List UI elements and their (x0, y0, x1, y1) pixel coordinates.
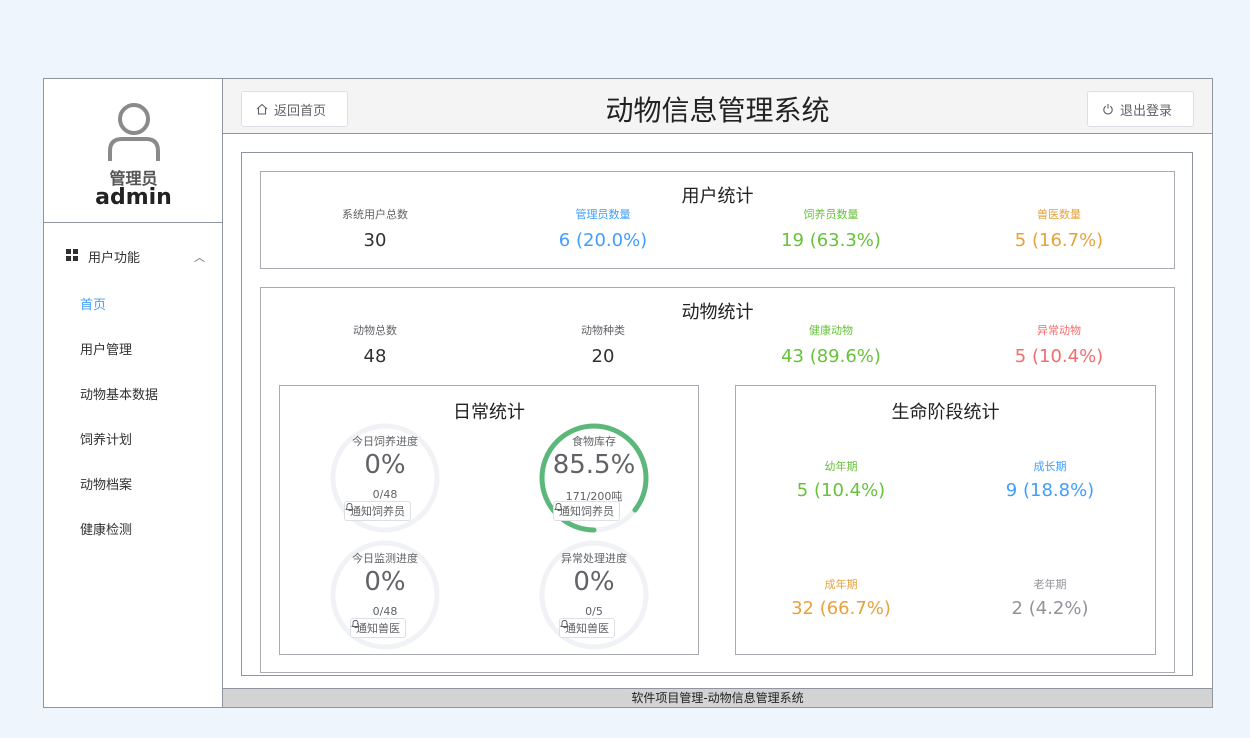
stat-vet-count: 兽医数量 5 (16.7%) (959, 206, 1159, 251)
stat-value: 6 (20.0%) (558, 230, 648, 251)
user-icon (108, 103, 160, 161)
stat-abnormal-animals: 异常动物 5 (10.4%) (959, 322, 1159, 367)
stat-label: 动物总数 (353, 324, 397, 337)
notify-keeper-button[interactable]: 通知饲养员 (344, 501, 411, 521)
chevron-up-icon: ︿ (194, 251, 205, 264)
user-profile: 管理员 admin (44, 79, 222, 223)
animal-stats-title: 动物统计 (681, 302, 754, 323)
username: admin (95, 185, 172, 210)
notify-vet-button[interactable]: 通知兽医 (350, 618, 406, 638)
sidebar-item-user-management[interactable]: 用户管理 (80, 339, 132, 358)
dashboard-content: 用户统计 系统用户总数 30 管理员数量 6 (20.0%) 饲养员数量 19 … (241, 152, 1193, 676)
life-stage-title: 生命阶段统计 (891, 402, 1000, 423)
app-frame: 管理员 admin 用户功能 ︿ 首页 用户管理 动物基本数据 饲养计划 动物档… (43, 78, 1213, 708)
power-icon (1103, 104, 1113, 115)
gauge-percent: 85.5% (552, 450, 636, 480)
grid-icon (66, 249, 79, 262)
stat-label: 系统用户总数 (342, 208, 408, 221)
stat-keeper-count: 饲养员数量 19 (63.3%) (731, 206, 931, 251)
stat-value: 43 (89.6%) (781, 346, 881, 367)
life-stage-value: 2 (4.2%) (1011, 598, 1089, 619)
stat-healthy-animals: 健康动物 43 (89.6%) (731, 322, 931, 367)
notify-label: 通知饲养员 (559, 505, 614, 518)
gauge-sub: 0/48 (372, 605, 398, 618)
stat-label: 健康动物 (809, 324, 853, 337)
sidebar-item-home[interactable]: 首页 (80, 294, 106, 313)
gauge-food-stock: 食物库存 85.5% 171/200吨 通知饲养员 (534, 418, 654, 538)
bell-icon (351, 620, 360, 628)
gauge-sub: 0/5 (585, 605, 603, 618)
stat-label: 异常动物 (1037, 324, 1081, 337)
page-title: 动物信息管理系统 (605, 94, 830, 127)
sidebar-item-animal-records[interactable]: 动物档案 (80, 474, 132, 493)
bell-icon (554, 503, 563, 511)
header-bar: 返回首页 动物信息管理系统 退出登录 (223, 79, 1212, 134)
menu-group-label: 用户功能 (88, 251, 141, 266)
stat-value: 5 (16.7%) (1014, 230, 1104, 251)
life-stage-label: 老年期 (1033, 578, 1067, 591)
daily-stats-card: 日常统计 今日饲养进度 0% 0/48 通知饲养员 食物库存 85.5% 171… (279, 385, 699, 655)
bell-icon (560, 620, 569, 628)
bell-icon (345, 503, 354, 511)
sidebar-item-animal-basic-data[interactable]: 动物基本数据 (80, 384, 158, 403)
notify-keeper-button[interactable]: 通知饲养员 (553, 501, 620, 521)
animal-stats-card: 动物统计 动物总数 48 动物种类 20 健康动物 43 (89.6%) 异常动… (260, 287, 1175, 673)
home-icon (256, 103, 268, 115)
life-stage-senior: 老年期 2 (4.2%) (950, 576, 1150, 619)
gauge-label: 今日饲养进度 (352, 435, 418, 448)
life-stage-growth: 成长期 9 (18.8%) (950, 458, 1150, 501)
life-stage-label: 成年期 (824, 578, 858, 591)
life-stage-value: 9 (18.8%) (1005, 480, 1095, 501)
life-stage-value: 32 (66.7%) (791, 598, 891, 619)
gauge-label: 今日监测进度 (352, 552, 418, 565)
stat-admin-count: 管理员数量 6 (20.0%) (503, 206, 703, 251)
main-area: 返回首页 动物信息管理系统 退出登录 用户统计 系统用户总数 30 管理员数量 … (223, 79, 1212, 707)
stat-species-count: 动物种类 20 (503, 322, 703, 367)
notify-label: 通知兽医 (565, 622, 609, 635)
life-stage-infant: 幼年期 5 (10.4%) (741, 458, 941, 501)
notify-label: 通知饲养员 (350, 505, 405, 518)
menu-group-user-functions[interactable]: 用户功能 ︿ (44, 241, 223, 271)
user-stats-card: 用户统计 系统用户总数 30 管理员数量 6 (20.0%) 饲养员数量 19 … (260, 171, 1175, 269)
stat-value: 20 (591, 346, 615, 367)
gauge-sub: 0/48 (372, 488, 398, 501)
stat-label: 饲养员数量 (803, 208, 859, 221)
gauge-label: 食物库存 (572, 435, 616, 448)
back-home-label: 返回首页 (274, 103, 327, 119)
back-home-button[interactable]: 返回首页 (241, 91, 348, 127)
sidebar-item-health-check[interactable]: 健康检测 (80, 519, 132, 538)
notify-label: 通知兽医 (356, 622, 400, 635)
gauge-percent: 0% (364, 450, 406, 480)
sidebar: 管理员 admin 用户功能 ︿ 首页 用户管理 动物基本数据 饲养计划 动物档… (44, 79, 223, 707)
user-stats-title: 用户统计 (681, 186, 754, 207)
logout-label: 退出登录 (1120, 103, 1173, 119)
gauge-percent: 0% (573, 567, 615, 597)
life-stage-value: 5 (10.4%) (796, 480, 886, 501)
life-stage-label: 成长期 (1033, 460, 1067, 473)
stat-value: 30 (363, 230, 387, 251)
stat-value: 48 (363, 346, 387, 367)
gauge-abnormal-handling: 异常处理进度 0% 0/5 通知兽医 (534, 535, 654, 655)
stat-value: 5 (10.4%) (1014, 346, 1104, 367)
stat-value: 19 (63.3%) (781, 230, 881, 251)
sidebar-item-feeding-plan[interactable]: 饲养计划 (80, 429, 132, 448)
life-stage-label: 幼年期 (824, 460, 858, 473)
gauge-feeding-progress: 今日饲养进度 0% 0/48 通知饲养员 (325, 418, 445, 538)
stat-total-animals: 动物总数 48 (275, 322, 475, 367)
gauge-percent: 0% (364, 567, 406, 597)
stat-label: 管理员数量 (575, 208, 631, 221)
notify-vet-button[interactable]: 通知兽医 (559, 618, 615, 638)
stat-label: 动物种类 (581, 324, 625, 337)
stat-total-users: 系统用户总数 30 (275, 206, 475, 251)
life-stage-card: 生命阶段统计 幼年期 5 (10.4%) 成长期 9 (18.8%) 成年期 3… (735, 385, 1156, 655)
life-stage-adult: 成年期 32 (66.7%) (741, 576, 941, 619)
gauge-label: 异常处理进度 (561, 552, 627, 565)
gauge-monitoring-progress: 今日监测进度 0% 0/48 通知兽医 (325, 535, 445, 655)
stat-label: 兽医数量 (1037, 208, 1081, 221)
logout-button[interactable]: 退出登录 (1087, 91, 1194, 127)
footer: 软件项目管理-动物信息管理系统 (223, 688, 1212, 707)
